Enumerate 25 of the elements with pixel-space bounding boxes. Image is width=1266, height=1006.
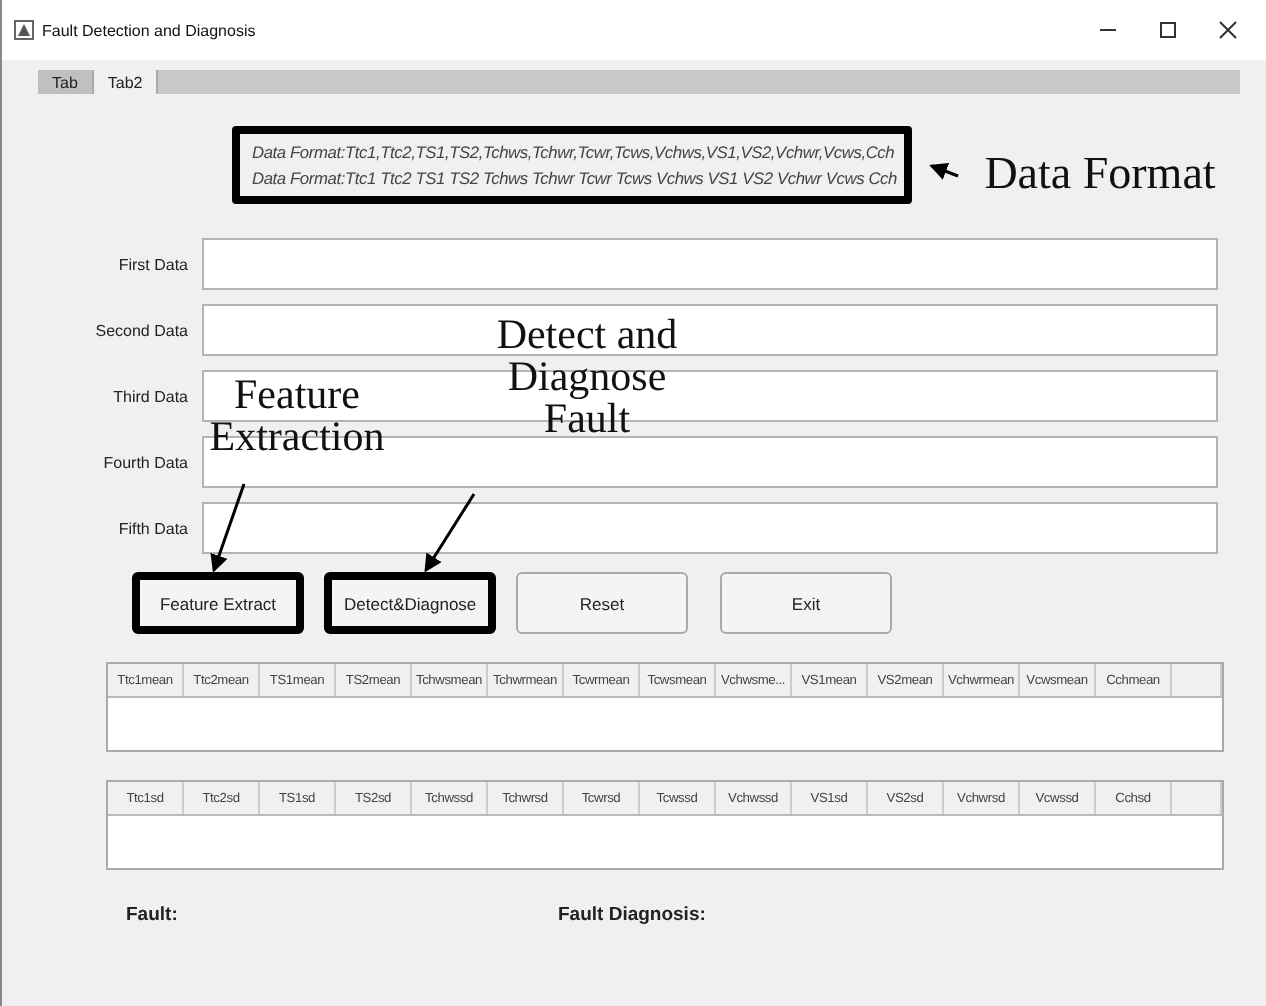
result-label: Fault: [126,904,180,926]
field-label: Second Data [93,321,188,339]
input-field[interactable] [202,238,1218,290]
data-format-text: Data Format:Ttc1 Ttc2 TS1 TS2 Tchws Tchwr Tcwr Tcws Vchws VS1 VS2 Vchwr Vcws Cch [252,168,892,188]
data-format-text: Data Format:Ttc1,Ttc2,TS1,TS2,Tchws,Tchwr,Tcwr,Tcws,Vchws,VS1,VS2,Vchwr,Vcws,Cch [252,142,892,162]
action-button[interactable]: Exit [720,572,892,634]
tab[interactable]: Tab2 [93,70,159,94]
result-label: Fault Diagnosis: [558,904,708,926]
action-button[interactable]: Feature Extract [132,572,304,634]
annotation-arrow [210,483,246,573]
action-button[interactable]: Reset [516,572,688,634]
input-field[interactable] [202,304,1218,356]
field-label: Fifth Data [116,519,188,537]
tab[interactable]: Tab [38,70,94,94]
field-label: Third Data [111,387,188,405]
annotation-arrow [929,163,959,180]
action-button[interactable]: Detect&Diagnose [324,572,496,634]
window-title: Fault Detection and Diagnosis [42,21,258,39]
app-icon [14,20,34,40]
input-field[interactable] [202,502,1218,554]
annotation-label: Data Format [982,150,1218,196]
field-label: First Data [116,255,188,273]
annotation-arrow [424,493,476,573]
annotation-label: Detect and Diagnose Fault [494,314,680,440]
field-label: Fourth Data [101,453,188,471]
